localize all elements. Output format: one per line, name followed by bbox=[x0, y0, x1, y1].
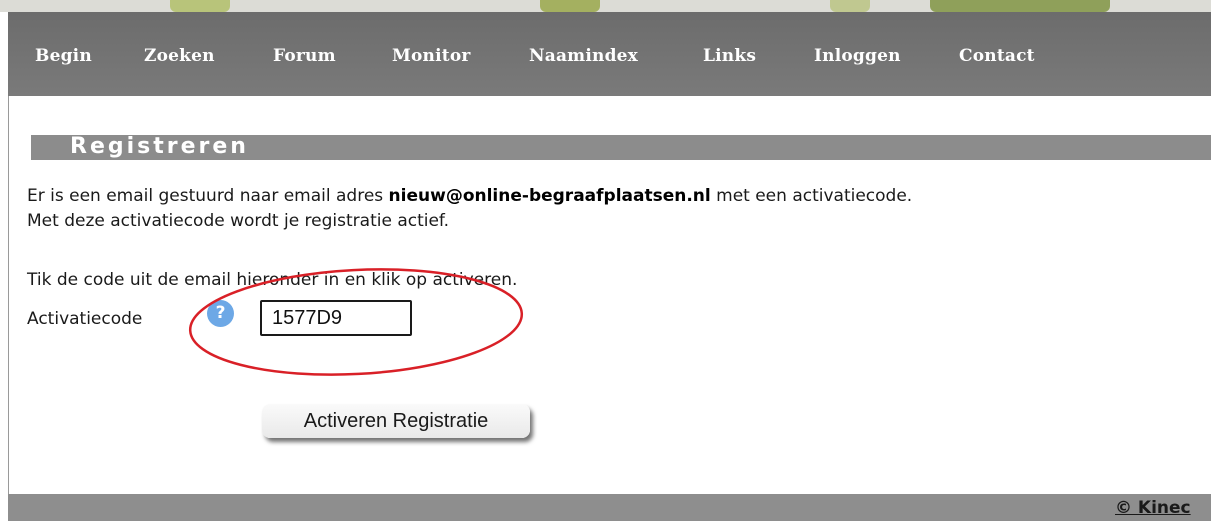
nav-item-links[interactable]: Links bbox=[703, 46, 756, 66]
banner-art bbox=[170, 0, 230, 12]
confirmation-message: Er is een email gestuurd naar email adre… bbox=[27, 186, 912, 206]
question-icon[interactable]: ? bbox=[207, 300, 234, 327]
nav-item-begin[interactable]: Begin bbox=[35, 46, 92, 66]
nav-item-naamindex[interactable]: Naamindex bbox=[529, 46, 638, 66]
page-title: Registreren bbox=[70, 134, 249, 159]
nav-item-contact[interactable]: Contact bbox=[959, 46, 1035, 66]
message-suffix: met een activatiecode. bbox=[710, 186, 913, 206]
message-prefix: Er is een email gestuurd naar email adre… bbox=[27, 186, 389, 206]
banner-art bbox=[540, 0, 600, 12]
copyright-link[interactable]: © Kinec bbox=[1115, 498, 1191, 518]
nav-item-forum[interactable]: Forum bbox=[273, 46, 336, 66]
main-navigation: Begin Zoeken Forum Monitor Naamindex Lin… bbox=[8, 12, 1211, 96]
banner-art bbox=[930, 0, 1110, 12]
top-banner bbox=[0, 0, 1211, 12]
activation-code-label: Activatiecode bbox=[27, 309, 143, 329]
email-address: nieuw@online-begraafplaatsen.nl bbox=[388, 186, 711, 206]
instruction-text: Tik de code uit de email hieronder in en… bbox=[27, 270, 518, 290]
activation-note: Met deze activatiecode wordt je registra… bbox=[27, 211, 450, 231]
banner-art bbox=[830, 0, 870, 12]
footer-bar bbox=[8, 494, 1211, 521]
activate-registration-button[interactable]: Activeren Registratie bbox=[262, 404, 530, 438]
page-border bbox=[8, 96, 9, 494]
nav-item-inloggen[interactable]: Inloggen bbox=[814, 46, 901, 66]
nav-item-zoeken[interactable]: Zoeken bbox=[144, 46, 215, 66]
activation-code-input[interactable] bbox=[260, 300, 412, 336]
nav-item-monitor[interactable]: Monitor bbox=[392, 46, 471, 66]
